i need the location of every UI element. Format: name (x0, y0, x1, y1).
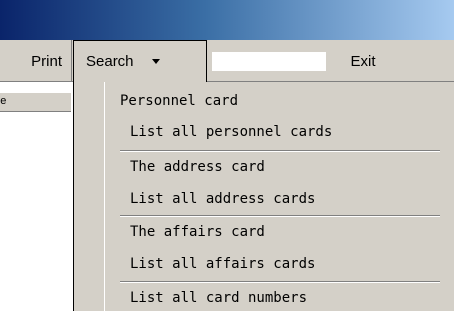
menu-separator (120, 215, 440, 217)
search-button-label: Search (86, 53, 134, 70)
search-menu: Personnel card List all personnel cards … (73, 82, 454, 311)
menu-gutter (74, 82, 105, 311)
menu-item-list-address-cards[interactable]: List all address cards (130, 186, 315, 212)
menu-separator (120, 281, 440, 283)
menu-separator (120, 150, 440, 152)
exit-button-label: Exit (350, 52, 376, 70)
menu-item-personnel-card[interactable]: Personnel card (120, 88, 238, 114)
menu-item-list-affairs-cards[interactable]: List all affairs cards (130, 251, 315, 277)
print-button[interactable]: Print (0, 40, 72, 82)
dropdown-arrow-icon (151, 59, 160, 64)
menu-item-affairs-card[interactable]: The affairs card (130, 219, 265, 245)
column-header[interactable]: e (0, 92, 71, 112)
print-button-label: Print (31, 52, 62, 70)
exit-button[interactable]: Exit (333, 40, 393, 82)
search-input[interactable] (212, 52, 326, 71)
toolbar: Print Search Exit (0, 40, 454, 82)
menu-item-list-card-numbers[interactable]: List all card numbers (130, 285, 307, 311)
search-dropdown-button[interactable]: Search (73, 40, 207, 82)
column-header-label: e (0, 96, 7, 108)
title-bar (0, 0, 454, 40)
menu-item-address-card[interactable]: The address card (130, 154, 265, 180)
content-area (0, 82, 73, 311)
menu-item-list-personnel-cards[interactable]: List all personnel cards (130, 119, 332, 145)
